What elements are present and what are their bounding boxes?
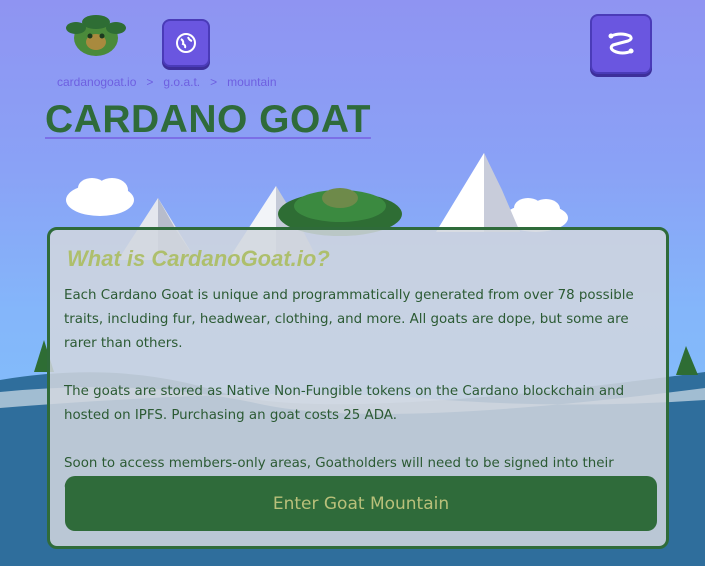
card-paragraph: Each Cardano Goat is unique and programm… <box>64 288 634 351</box>
breadcrumb-separator: > <box>146 75 154 89</box>
globe-icon <box>176 33 196 53</box>
breadcrumb-separator: > <box>210 75 218 89</box>
menu-squiggle-icon <box>608 32 634 55</box>
page-title: CARDANO GOAT <box>45 98 371 141</box>
info-card: What is CardanoGoat.io? Each Cardano Goa… <box>47 227 669 549</box>
breadcrumb: cardanogoat.io > g.o.a.t. > mountain <box>57 75 277 89</box>
cloud-left <box>66 178 134 216</box>
card-title: What is CardanoGoat.io? <box>67 246 330 271</box>
enter-goat-mountain-button[interactable]: Enter Goat Mountain <box>65 476 657 531</box>
globe-button[interactable] <box>162 19 210 67</box>
breadcrumb-current-mountain[interactable]: mountain <box>227 75 276 89</box>
breadcrumb-link-home[interactable]: cardanogoat.io <box>57 75 136 89</box>
breadcrumb-link-goat[interactable]: g.o.a.t. <box>163 75 200 89</box>
card-paragraph: The goats are stored as Native Non-Fungi… <box>64 384 625 423</box>
goat-logo-icon[interactable] <box>64 10 128 60</box>
menu-button[interactable] <box>590 14 652 74</box>
